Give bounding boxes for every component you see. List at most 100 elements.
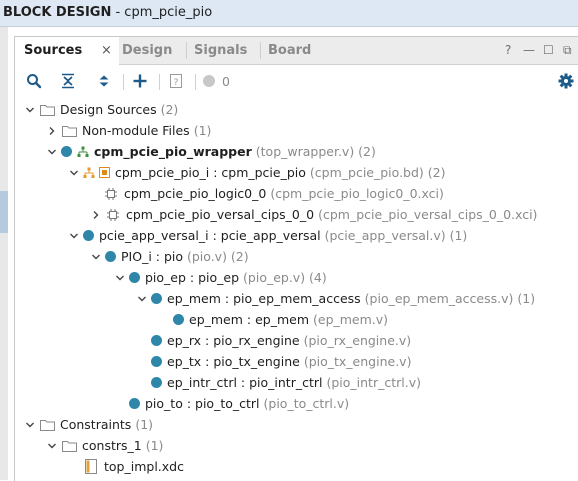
maximize-icon[interactable]: ☐ xyxy=(543,37,554,64)
search-icon[interactable] xyxy=(23,65,45,97)
window-title-bar: BLOCK DESIGN - cpm_pcie_pio xyxy=(0,0,578,27)
help-icon[interactable]: ? xyxy=(505,37,511,64)
tree-node-design-sources[interactable]: Design Sources (2) xyxy=(23,99,178,120)
block-design-icon xyxy=(98,165,110,181)
tab-separator xyxy=(186,42,187,59)
tree-label: cpm_pcie_pio_versal_cips_0_0 xyxy=(126,207,315,222)
tree-node-top-wrapper[interactable]: cpm_pcie_pio_wrapper (top_wrapper.v) (2) xyxy=(45,141,376,162)
tree-sublabel: (pio_ep_mem_access.v) (1) xyxy=(364,291,536,306)
tree-label: Non-module Files xyxy=(82,123,190,138)
tab-design-label: Design xyxy=(122,43,173,58)
tree-sublabel: (pio_intr_ctrl.v) xyxy=(326,375,421,390)
add-sources-icon[interactable] xyxy=(129,65,151,97)
module-icon xyxy=(61,146,72,157)
tab-sources[interactable]: Sources × xyxy=(15,37,119,65)
tree-label: ep_rx : pio_rx_engine xyxy=(167,333,300,348)
chevron-down-icon[interactable] xyxy=(67,225,81,246)
tree-node-pcie-app[interactable]: pcie_app_versal_i : pcie_app_versal (pci… xyxy=(67,225,467,246)
tree-label: Design Sources xyxy=(60,102,157,117)
module-icon xyxy=(129,272,140,283)
tree-label: cpm_pcie_pio_i : cpm_pcie_pio xyxy=(115,165,306,180)
chevron-down-icon[interactable] xyxy=(67,162,81,183)
ip-core-icon xyxy=(103,186,119,202)
tree-label: pio_ep : pio_ep xyxy=(145,270,240,285)
tree-sublabel: (pio_tx_engine.v) xyxy=(303,354,412,369)
window-subtitle: - cpm_pcie_pio xyxy=(111,5,213,20)
tree-sublabel: (pio_to_ctrl.v) xyxy=(263,396,350,411)
tree-node-ep-mem-access[interactable]: ep_mem : pio_ep_mem_access (pio_ep_mem_a… xyxy=(135,288,535,309)
tree-label: cpm_pcie_pio_logic0_0 xyxy=(124,186,267,201)
hierarchy-icon xyxy=(83,165,95,181)
tree-node-ep-tx[interactable]: ep_tx : pio_tx_engine (pio_tx_engine.v) xyxy=(151,351,411,372)
window-title: BLOCK DESIGN xyxy=(3,5,112,20)
tab-signals-label: Signals xyxy=(194,43,248,58)
chevron-down-icon[interactable] xyxy=(45,141,59,162)
gear-icon[interactable] xyxy=(555,65,577,97)
sources-panel: Sources × Design Signals Board ? — ☐ ⧉ ?… xyxy=(14,36,578,481)
module-icon xyxy=(129,398,140,409)
tree-label: Constraints xyxy=(60,417,132,432)
chevron-right-icon[interactable] xyxy=(45,120,59,141)
tree-sublabel: (pcie_app_versal.v) (1) xyxy=(324,228,468,243)
tab-signals[interactable]: Signals xyxy=(194,37,262,64)
chevron-down-icon[interactable] xyxy=(113,267,127,288)
tree-label: ep_intr_ctrl : pio_intr_ctrl xyxy=(167,375,323,390)
chevron-down-icon[interactable] xyxy=(23,414,37,435)
tree-label: cpm_pcie_pio_wrapper xyxy=(94,144,252,159)
tab-design[interactable]: Design xyxy=(122,37,186,64)
tree-label: pcie_app_versal_i : pcie_app_versal xyxy=(99,228,321,243)
tree-node-block-design[interactable]: cpm_pcie_pio_i : cpm_pcie_pio (cpm_pcie_… xyxy=(67,162,445,183)
folder-icon xyxy=(61,438,77,454)
tree-node-non-module-files[interactable]: Non-module Files (1) xyxy=(45,120,211,141)
chevron-down-icon[interactable] xyxy=(135,288,149,309)
tree-node-ep-rx[interactable]: ep_rx : pio_rx_engine (pio_rx_engine.v) xyxy=(151,330,411,351)
sources-toolbar: ? 0 xyxy=(15,65,578,97)
tree-sublabel: (top_wrapper.v) (2) xyxy=(255,144,376,159)
tree-node-constrs-1[interactable]: constrs_1 (1) xyxy=(45,435,163,456)
hierarchy-icon xyxy=(77,144,89,160)
unknown-file-icon[interactable]: ? xyxy=(165,65,187,97)
tree-node-pio-ep[interactable]: pio_ep : pio_ep (pio_ep.v) (4) xyxy=(113,267,327,288)
tree-node-constraints[interactable]: Constraints (1) xyxy=(23,414,153,435)
tree-node-pio-to[interactable]: pio_to : pio_to_ctrl (pio_to_ctrl.v) xyxy=(129,393,349,414)
module-icon xyxy=(151,377,162,388)
tree-label: ep_mem : ep_mem xyxy=(189,312,309,327)
tab-sources-label: Sources xyxy=(24,43,83,58)
module-icon xyxy=(151,293,162,304)
chevron-down-icon[interactable] xyxy=(23,99,37,120)
status-circle-icon xyxy=(201,65,217,97)
folder-icon xyxy=(39,102,55,118)
status-count: 0 xyxy=(222,73,230,89)
tab-board-label: Board xyxy=(268,43,312,58)
tree-sublabel: (pio.v) (2) xyxy=(187,249,249,264)
tree-sublabel: (cpm_pcie_pio.bd) (2) xyxy=(309,165,446,180)
side-highlight xyxy=(0,191,8,233)
tree-label: pio_to : pio_to_ctrl xyxy=(145,396,260,411)
chevron-down-icon[interactable] xyxy=(45,435,59,456)
tree-node-ip-cips[interactable]: cpm_pcie_pio_versal_cips_0_0 (cpm_pcie_p… xyxy=(89,204,537,225)
toolbar-separator xyxy=(195,74,196,90)
chevron-right-icon[interactable] xyxy=(89,204,103,225)
expand-all-icon[interactable] xyxy=(93,65,115,97)
tree-sublabel: (pio_rx_engine.v) xyxy=(303,333,412,348)
module-icon xyxy=(105,251,116,262)
tree-sublabel: (1) xyxy=(145,438,164,453)
tab-separator xyxy=(260,42,261,59)
tree-node-ep-mem[interactable]: ep_mem : ep_mem (ep_mem.v) xyxy=(173,309,388,330)
ip-core-icon xyxy=(105,207,121,223)
tree-sublabel: (ep_mem.v) xyxy=(313,312,389,327)
tab-board[interactable]: Board xyxy=(268,37,328,64)
close-icon[interactable]: × xyxy=(101,37,112,64)
tree-node-ip-logic[interactable]: cpm_pcie_pio_logic0_0 (cpm_pcie_pio_logi… xyxy=(103,183,444,204)
tree-sublabel: (1) xyxy=(193,123,212,138)
restore-icon[interactable]: ⧉ xyxy=(563,37,572,64)
collapse-all-icon[interactable] xyxy=(57,65,79,97)
tree-node-pio[interactable]: PIO_i : pio (pio.v) (2) xyxy=(89,246,249,267)
tree-node-ep-intr-ctrl[interactable]: ep_intr_ctrl : pio_intr_ctrl (pio_intr_c… xyxy=(151,372,421,393)
chevron-down-icon[interactable] xyxy=(89,246,103,267)
minimize-icon[interactable]: — xyxy=(523,37,535,64)
left-side-strip xyxy=(0,27,8,480)
tree-sublabel: (pio_ep.v) (4) xyxy=(243,270,327,285)
tree-node-top-impl-xdc[interactable]: top_impl.xdc xyxy=(83,456,188,477)
constraint-file-icon xyxy=(83,459,99,475)
